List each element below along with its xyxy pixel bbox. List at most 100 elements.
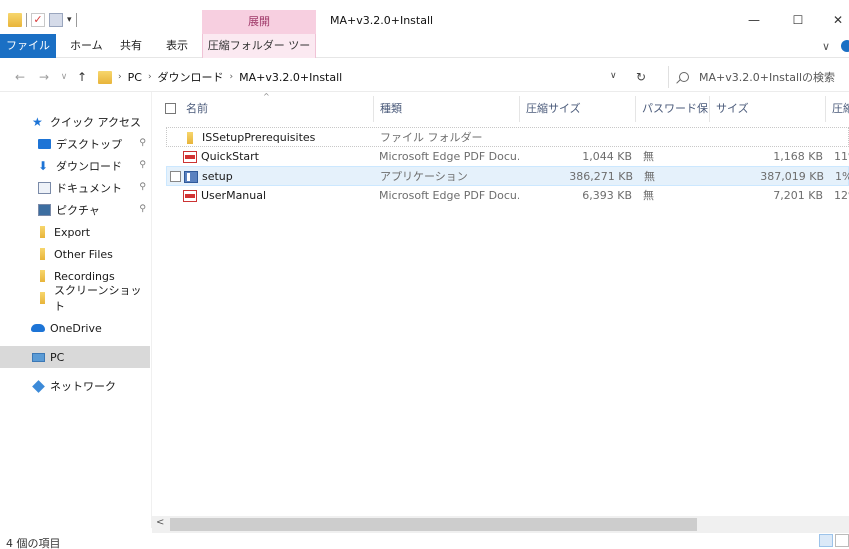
address-dropdown-icon[interactable]: ∨: [610, 71, 617, 81]
chevron-right-icon[interactable]: ›: [148, 72, 152, 82]
refresh-icon[interactable]: ↻: [636, 70, 646, 84]
document-icon: [38, 182, 51, 194]
file-size: 387,019 KB: [760, 170, 824, 183]
sidebar-item-onedrive[interactable]: OneDrive: [0, 317, 150, 339]
sidebar-item-pictures[interactable]: ピクチャ ⚲: [0, 199, 150, 221]
scrollbar-thumb[interactable]: [170, 518, 697, 531]
chevron-right-icon[interactable]: ›: [118, 72, 122, 82]
pdf-icon: [183, 151, 197, 163]
column-header-name[interactable]: 名前: [180, 96, 374, 122]
large-icons-view-icon[interactable]: [835, 534, 849, 547]
file-type: Microsoft Edge PDF Docu...: [379, 150, 519, 163]
select-all-checkbox[interactable]: [165, 103, 176, 114]
pdf-icon: [183, 190, 197, 202]
folder-icon: [187, 132, 193, 144]
table-row[interactable]: UserManual Microsoft Edge PDF Docu... 6,…: [166, 186, 849, 206]
column-header-password[interactable]: パスワード保...: [636, 96, 710, 122]
file-type: Microsoft Edge PDF Docu...: [379, 189, 519, 202]
file-compressed-size: 386,271 KB: [569, 170, 633, 183]
sidebar-item-export[interactable]: Export: [0, 221, 150, 243]
file-password: 無: [643, 150, 654, 163]
download-icon: ⬇: [38, 159, 49, 173]
sidebar-item-label: デスクトップ: [56, 138, 122, 151]
address-bar: ← → ∨ ↑ › PC › ダウンロード › MA+v3.2.0+Instal…: [0, 62, 849, 92]
pin-icon: ⚲: [139, 204, 146, 214]
properties-check-icon[interactable]: ✓: [31, 13, 45, 27]
forward-button[interactable]: →: [36, 69, 52, 85]
scroll-left-icon[interactable]: <: [156, 517, 164, 528]
breadcrumb-pc[interactable]: PC: [128, 71, 142, 84]
file-password: 無: [644, 170, 655, 183]
search-placeholder: MA+v3.2.0+Installの検索: [699, 71, 836, 84]
new-folder-icon[interactable]: [49, 13, 63, 27]
row-checkbox[interactable]: [170, 171, 181, 182]
table-row[interactable]: setup アプリケーション 386,271 KB 無 387,019 KB 1…: [166, 166, 849, 186]
qat-dropdown-icon[interactable]: ▾: [67, 15, 72, 25]
navigation-pane: ★ クイック アクセス デスクトップ ⚲ ⬇ ダウンロード ⚲ ドキュメント ⚲…: [0, 92, 152, 528]
maximize-button[interactable]: ☐: [788, 12, 808, 28]
tab-home[interactable]: ホーム: [70, 34, 103, 58]
file-ratio: 1%: [835, 170, 849, 183]
sidebar-item-quick-access[interactable]: ★ クイック アクセス: [0, 111, 150, 133]
back-button[interactable]: ←: [12, 69, 28, 85]
folder-icon: [40, 292, 45, 304]
sidebar-item-label: OneDrive: [50, 321, 102, 335]
column-header-compressed-size[interactable]: 圧縮サイズ: [520, 96, 636, 122]
title-bar: ✓ ▾ 展開 MA+v3.2.0+Install — ☐ ✕: [0, 0, 849, 34]
close-button[interactable]: ✕: [828, 12, 848, 28]
sidebar-item-label: ネットワーク: [50, 380, 116, 393]
ribbon-collapse-icon[interactable]: ∨: [822, 40, 830, 53]
context-tab-header: 展開: [202, 10, 316, 34]
help-icon[interactable]: [841, 40, 849, 52]
pin-icon: ⚲: [139, 182, 146, 192]
file-name: ISSetupPrerequisites: [202, 131, 316, 144]
folder-icon: [40, 270, 45, 282]
horizontal-scrollbar[interactable]: <: [152, 516, 849, 533]
file-name: UserManual: [201, 189, 267, 202]
quick-access-toolbar: ✓ ▾: [8, 12, 77, 28]
up-button[interactable]: ↑: [74, 69, 90, 85]
file-size: 1,168 KB: [773, 150, 823, 163]
sidebar-item-other-files[interactable]: Other Files: [0, 243, 150, 265]
sidebar-item-label: PC: [50, 350, 65, 364]
tab-share[interactable]: 共有: [120, 34, 142, 58]
chevron-right-icon[interactable]: ›: [230, 72, 234, 82]
file-name: setup: [202, 170, 233, 183]
folder-icon: [98, 70, 112, 84]
file-compressed-size: 6,393 KB: [582, 189, 632, 202]
table-row[interactable]: QuickStart Microsoft Edge PDF Docu... 1,…: [166, 147, 849, 167]
column-header-type[interactable]: 種類: [374, 96, 520, 122]
computer-icon: [32, 352, 45, 362]
breadcrumb-current-folder[interactable]: MA+v3.2.0+Install: [239, 71, 342, 84]
file-size: 7,201 KB: [773, 189, 823, 202]
breadcrumb[interactable]: › PC › ダウンロード › MA+v3.2.0+Install: [93, 66, 661, 88]
tab-file[interactable]: ファイル: [0, 34, 56, 58]
pin-icon: ⚲: [139, 160, 146, 170]
sidebar-item-pc[interactable]: PC: [0, 346, 150, 368]
file-ratio: 11%: [834, 150, 849, 163]
file-list: ^ 名前 種類 圧縮サイズ パスワード保... サイズ 圧縮 ISSetupPr…: [152, 92, 849, 528]
details-view-icon[interactable]: [819, 534, 833, 547]
search-input[interactable]: MA+v3.2.0+Installの検索: [668, 66, 849, 88]
sidebar-item-label: Other Files: [54, 247, 113, 261]
tab-view[interactable]: 表示: [166, 34, 188, 58]
ribbon-tabs: ファイル ホーム 共有 表示 圧縮フォルダー ツール ∨: [0, 34, 849, 76]
recent-locations-icon[interactable]: ∨: [56, 69, 72, 85]
sidebar-item-desktop[interactable]: デスクトップ ⚲: [0, 133, 150, 155]
sidebar-item-downloads[interactable]: ⬇ ダウンロード ⚲: [0, 155, 150, 177]
sidebar-item-network[interactable]: ネットワーク: [0, 375, 150, 397]
file-password: 無: [643, 189, 654, 202]
breadcrumb-downloads[interactable]: ダウンロード: [158, 69, 224, 85]
file-type: ファイル フォルダー: [380, 131, 483, 144]
table-row[interactable]: ISSetupPrerequisites ファイル フォルダー: [166, 127, 849, 147]
minimize-button[interactable]: —: [744, 12, 764, 28]
column-header-size[interactable]: サイズ: [710, 96, 826, 122]
sidebar-item-screenshots[interactable]: スクリーンショット: [0, 284, 150, 313]
column-header-ratio[interactable]: 圧縮: [826, 96, 849, 122]
sidebar-item-documents[interactable]: ドキュメント ⚲: [0, 177, 150, 199]
cloud-icon: [31, 324, 45, 332]
sidebar-item-label: Export: [54, 225, 91, 239]
application-icon: [184, 171, 198, 183]
tab-compressed-folder-tools[interactable]: 圧縮フォルダー ツール: [202, 34, 316, 76]
file-ratio: 12%: [834, 189, 849, 202]
